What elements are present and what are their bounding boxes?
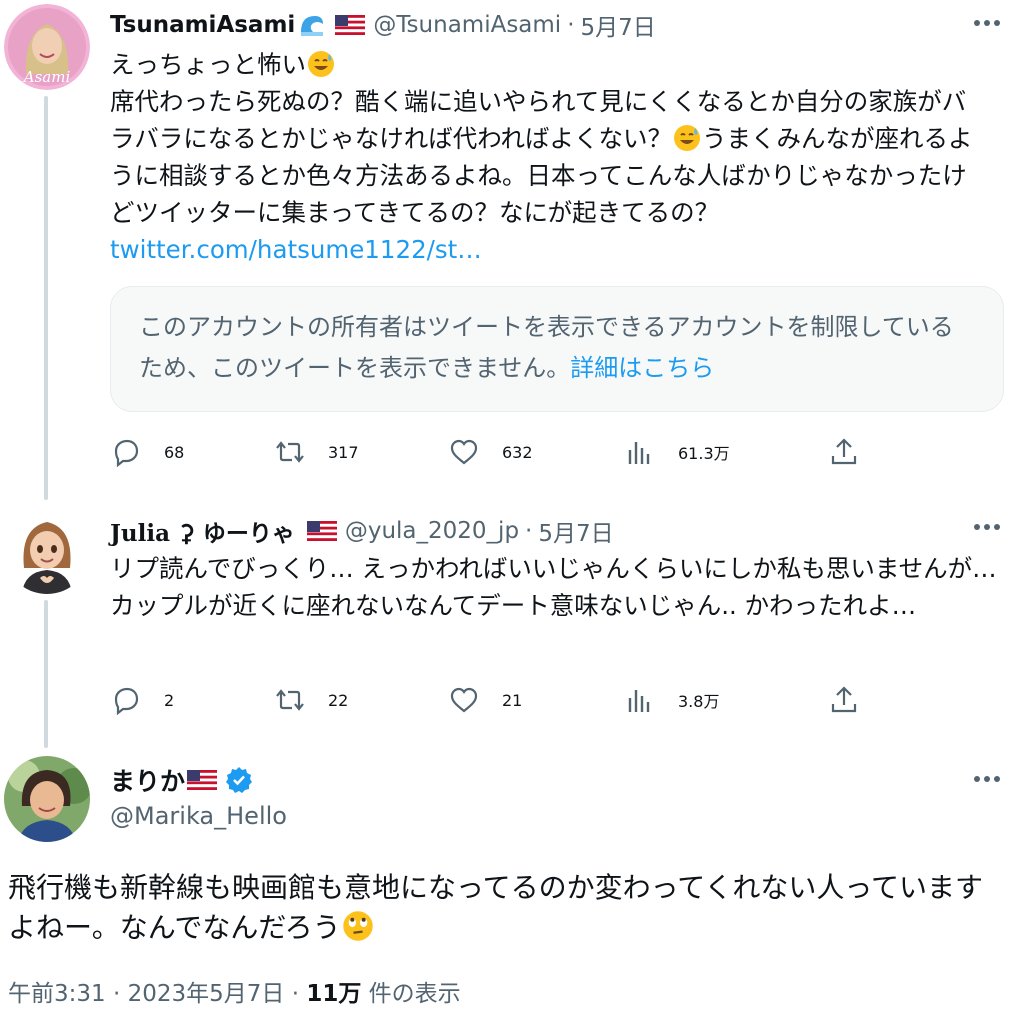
more-icon xyxy=(974,524,1000,530)
reply-count: 2 xyxy=(164,690,175,710)
main-text-body: 飛行機も新幹線も映画館も意地になってるのか変わってくれない人っていますよねー。な… xyxy=(8,871,983,944)
thread-line xyxy=(44,96,48,500)
tweet-text: えっちょっと怖い 席代わったら死ぬの？酷く端に追いやられて見にくくなるとか自分の… xyxy=(110,46,990,268)
wave-icon xyxy=(301,16,324,36)
svg-text:Asami: Asami xyxy=(22,68,71,86)
retweet-icon xyxy=(276,441,304,463)
like-icon xyxy=(450,439,478,465)
separator: · xyxy=(567,12,575,38)
avatar[interactable]: Asami xyxy=(4,4,90,90)
views-label: 件の表示 xyxy=(361,981,461,1007)
separator: · xyxy=(525,518,533,544)
text-line: えっちょっと怖い xyxy=(110,50,306,79)
more-icon xyxy=(974,20,1000,26)
tweet-header: Julia ⚳ ゆーりゃ @yula_2020_jp · 5月7日 xyxy=(110,514,614,548)
share-button[interactable] xyxy=(828,684,860,716)
retweet-icon xyxy=(276,689,304,711)
views-count[interactable]: 11万 xyxy=(306,981,361,1007)
handle[interactable]: @yula_2020_jp xyxy=(345,518,519,544)
share-icon xyxy=(831,438,857,465)
retweet-button[interactable]: 317 xyxy=(274,436,359,468)
eye-roll-icon xyxy=(342,911,373,941)
share-icon xyxy=(831,686,857,713)
us-flag-icon xyxy=(335,15,366,35)
retweet-count: 317 xyxy=(328,442,359,462)
more-button[interactable] xyxy=(972,8,1002,38)
date[interactable]: 5月7日 xyxy=(538,514,613,548)
handle[interactable]: @Marika_Hello xyxy=(110,802,287,830)
reply-button[interactable]: 2 xyxy=(110,684,174,716)
views-button[interactable]: 3.8万 xyxy=(624,684,719,716)
us-flag-icon xyxy=(187,770,218,790)
views-count: 61.3万 xyxy=(678,444,730,463)
verified-icon[interactable] xyxy=(225,766,253,794)
display-name[interactable]: Julia ⚳ ゆーりゃ xyxy=(110,514,295,548)
views-button[interactable]: 61.3万 xyxy=(624,436,730,468)
like-count: 632 xyxy=(502,442,533,462)
sweat-smile-icon xyxy=(308,51,334,77)
us-flag-icon xyxy=(306,521,337,541)
like-count: 21 xyxy=(502,690,523,710)
more-button[interactable] xyxy=(972,764,1002,794)
date[interactable]: 5月7日 xyxy=(581,8,656,42)
like-icon xyxy=(450,687,478,713)
like-button[interactable]: 21 xyxy=(448,684,522,716)
main-tweet-text: 飛行機も新幹線も映画館も意地になってるのか変わってくれない人っていますよねー。な… xyxy=(8,868,1008,948)
tweet-text: リプ読んでびっくり… えっかわればいいじゃんくらいにしか私も思いませんが… カッ… xyxy=(110,554,997,620)
reply-count: 68 xyxy=(164,442,185,462)
display-name[interactable]: TsunamiAsami xyxy=(110,12,295,38)
share-button[interactable] xyxy=(828,436,860,468)
quote-unavailable-box: このアカウントの所有者はツイートを表示できるアカウントを制限しているため、このツ… xyxy=(110,286,1004,412)
tweet-link[interactable]: twitter.com/hatsume1122/st… xyxy=(110,235,482,264)
display-name[interactable]: まりか xyxy=(110,762,185,798)
retweet-count: 22 xyxy=(328,690,349,710)
avatar[interactable] xyxy=(4,508,90,594)
sweat-smile-icon xyxy=(674,125,701,151)
avatar[interactable] xyxy=(4,756,90,842)
reply-icon xyxy=(114,439,139,468)
more-icon xyxy=(974,776,1000,782)
handle[interactable]: @TsunamiAsami xyxy=(373,12,561,38)
tweet-header: TsunamiAsami @TsunamiAsami · 5月7日 xyxy=(110,8,656,42)
like-button[interactable]: 632 xyxy=(448,436,533,468)
views-count: 3.8万 xyxy=(678,692,720,711)
thread-line xyxy=(44,600,48,748)
retweet-button[interactable]: 22 xyxy=(274,684,348,716)
learn-more-link[interactable]: 詳細はこちら xyxy=(570,354,714,382)
views-icon xyxy=(628,442,650,464)
more-button[interactable] xyxy=(972,512,1002,542)
tweet-meta: 午前3:31 · 2023年5月7日 · 11万 件の表示 xyxy=(8,974,461,1008)
reply-icon xyxy=(114,687,139,716)
quote-text: このアカウントの所有者はツイートを表示できるアカウントを制限しているため、このツ… xyxy=(139,313,954,382)
views-icon xyxy=(628,690,650,712)
main-tweet-header: まりか xyxy=(110,762,253,798)
timestamp[interactable]: 午前3:31 · 2023年5月7日 · xyxy=(8,981,306,1007)
reply-button[interactable]: 68 xyxy=(110,436,184,468)
